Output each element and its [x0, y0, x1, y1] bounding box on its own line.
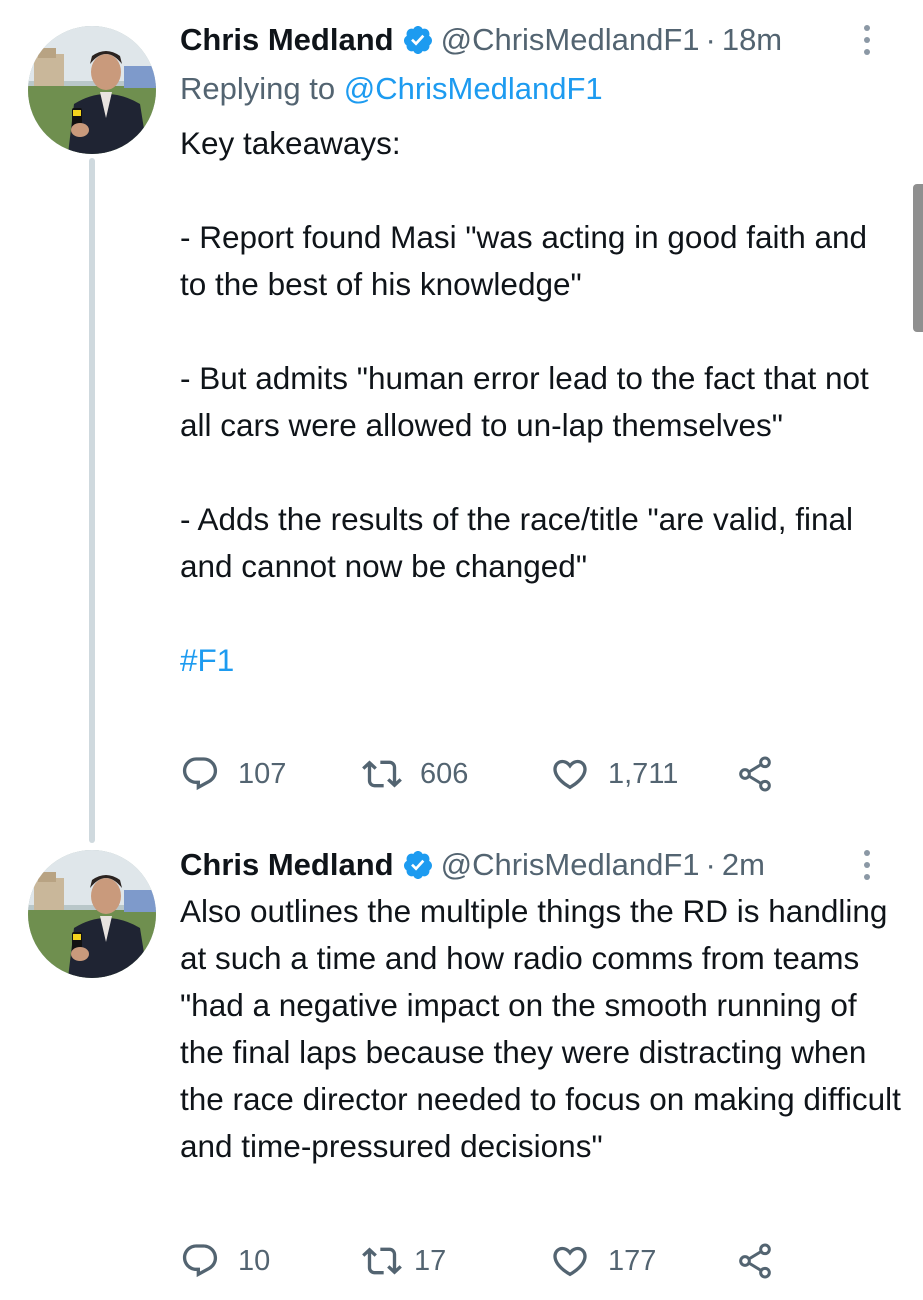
tweet-paragraph: - But admits "human error lead to the fa…: [180, 360, 869, 443]
avatar[interactable]: [28, 26, 156, 154]
retweet-count: 606: [420, 757, 469, 790]
share-button[interactable]: [735, 750, 775, 798]
avatar-photo: [28, 850, 156, 978]
reply-icon: [182, 757, 218, 791]
hashtag-link[interactable]: #F1: [180, 637, 901, 684]
tweet-paragraph: - Report found Masi "was acting in good …: [180, 219, 868, 302]
retweet-icon: [362, 760, 402, 788]
author-handle[interactable]: @ChrisMedlandF1: [441, 22, 700, 58]
tweet-paragraph: - Adds the results of the race/title "ar…: [180, 501, 854, 584]
tweet-2-text: Also outlines the multiple things the RD…: [180, 888, 901, 1170]
reply-count: 107: [238, 757, 287, 790]
separator: ·: [705, 847, 716, 882]
timestamp[interactable]: 18m: [722, 22, 782, 58]
more-options-icon[interactable]: [857, 22, 877, 58]
share-button[interactable]: [735, 1237, 775, 1285]
tweet-paragraph: Also outlines the multiple things the RD…: [180, 893, 901, 1164]
like-count: 1,711: [608, 757, 679, 790]
reply-count: 10: [238, 1244, 271, 1277]
avatar[interactable]: [28, 850, 156, 978]
timestamp[interactable]: 2m: [722, 847, 765, 883]
verified-badge-icon: [403, 851, 432, 879]
heart-icon: [553, 1246, 587, 1277]
action-bar: 107 606 1,711: [180, 750, 820, 798]
author-name[interactable]: Chris Medland: [180, 22, 394, 58]
like-button[interactable]: 177: [550, 1237, 656, 1285]
tweet-header: Chris Medland @ChrisMedlandF1 · 2m: [180, 847, 903, 883]
author-name[interactable]: Chris Medland: [180, 847, 394, 883]
retweet-button[interactable]: 606: [362, 750, 468, 798]
like-count: 177: [608, 1244, 657, 1277]
tweet-paragraph: Key takeaways:: [180, 125, 401, 161]
reply-icon: [182, 1244, 218, 1278]
reply-button[interactable]: 10: [180, 1237, 270, 1285]
tweet-text: Key takeaways: - Report found Masi "was …: [180, 120, 901, 684]
retweet-icon: [362, 1247, 402, 1275]
replying-handle-link[interactable]: @ChrisMedlandF1: [344, 71, 603, 106]
retweet-count: 17: [414, 1244, 447, 1277]
tweet-header: Chris Medland @ChrisMedlandF1 · 18m: [180, 22, 903, 58]
scrollbar[interactable]: [913, 184, 923, 332]
more-options-icon[interactable]: [857, 847, 877, 883]
share-icon: [739, 1243, 771, 1279]
like-button[interactable]: 1,711: [550, 750, 678, 798]
action-bar: 10 17 177: [180, 1237, 820, 1285]
share-icon: [739, 756, 771, 792]
replying-prefix: Replying to: [180, 71, 336, 106]
replying-to: Replying to @ChrisMedlandF1: [180, 69, 603, 109]
avatar-photo: [28, 26, 156, 154]
tweet-1[interactable]: Chris Medland @ChrisMedlandF1 · 18m Repl…: [0, 0, 923, 845]
retweet-button[interactable]: 17: [362, 1237, 446, 1285]
verified-badge-icon: [403, 26, 432, 54]
reply-button[interactable]: 107: [180, 750, 286, 798]
thread-line: [89, 158, 95, 843]
heart-icon: [553, 759, 587, 790]
separator: ·: [705, 22, 716, 57]
author-handle[interactable]: @ChrisMedlandF1: [441, 847, 700, 883]
